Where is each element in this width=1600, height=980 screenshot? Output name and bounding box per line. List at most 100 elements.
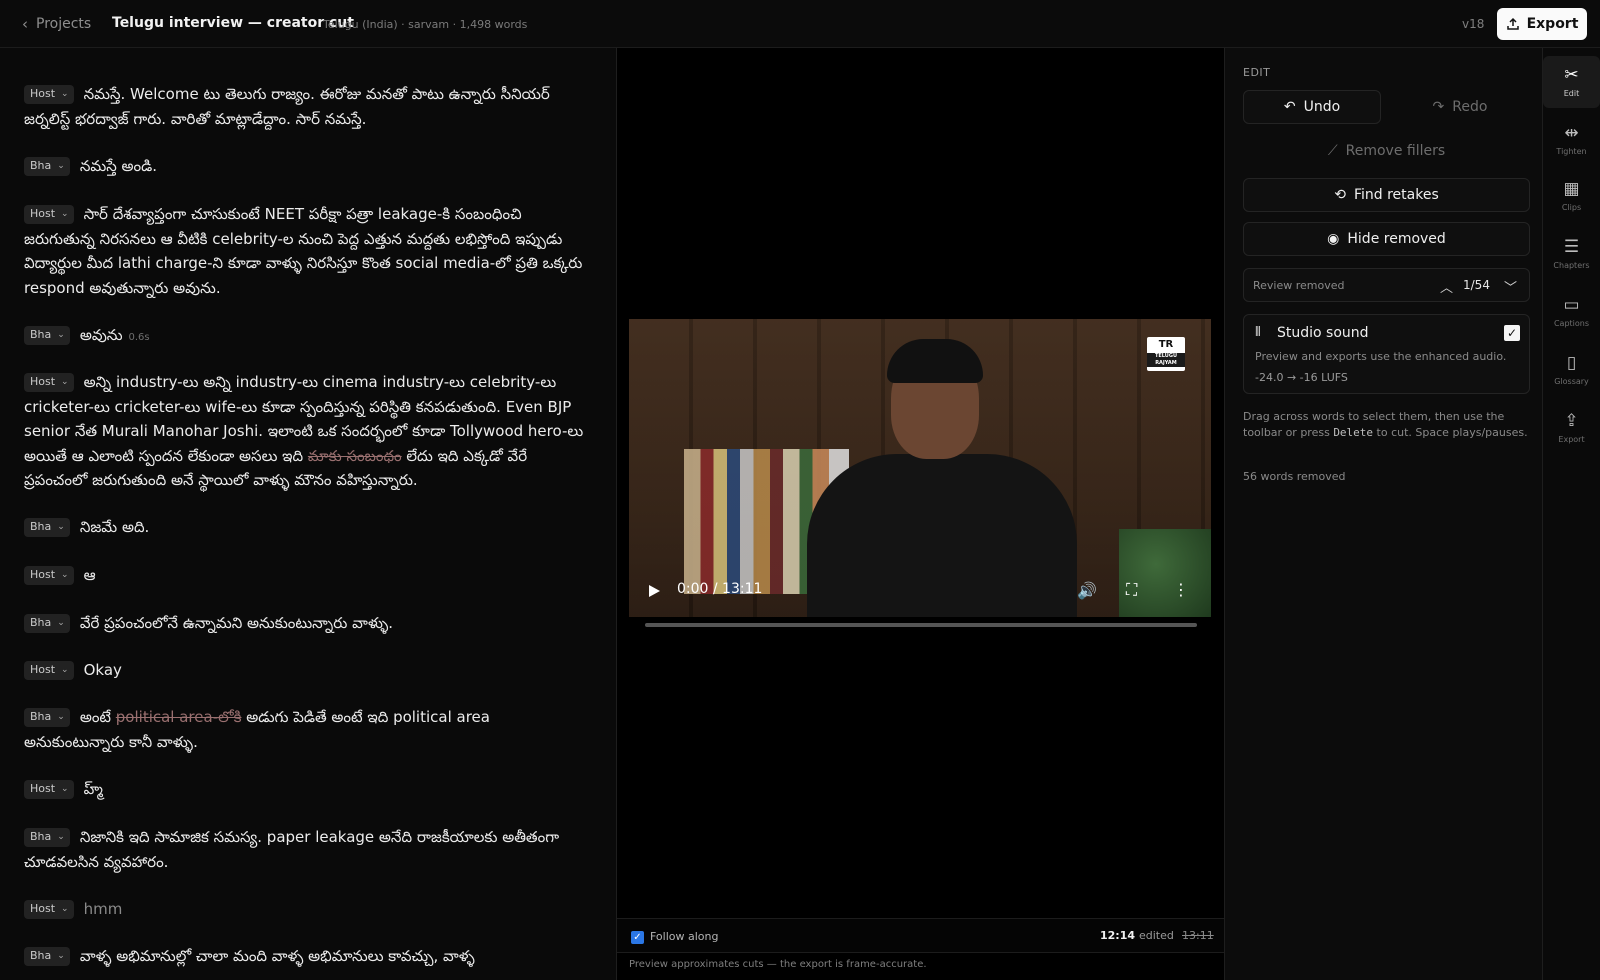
transcript-text[interactable]: సార్ దేశవ్యాప్తంగా చూసుకుంటే NEET పరీక్ష… — [24, 205, 582, 297]
removed-words[interactable]: political area-లోకి — [116, 708, 242, 726]
back-to-projects-link[interactable]: ‹ Projects — [22, 15, 91, 33]
speaker-label: Host — [30, 902, 56, 915]
speaker-select[interactable]: Bha ⌄ — [24, 613, 70, 633]
find-retakes-label: Find retakes — [1353, 187, 1439, 203]
transcript-paragraph[interactable]: Bha ⌄ అవును 0.6s — [24, 323, 594, 351]
undo-button[interactable]: ↶ Undo — [1243, 90, 1381, 124]
redo-button[interactable]: ↷ Redo — [1391, 90, 1529, 124]
redo-label: Redo — [1452, 99, 1488, 115]
follow-along-bar: ✓ Follow along 12:14 edited 13:11 — [617, 918, 1224, 953]
transcript-text[interactable]: హ్మ్ — [84, 780, 103, 798]
eye-icon: ◉ — [1327, 231, 1340, 247]
speaker-select[interactable]: Bha ⌄ — [24, 827, 70, 847]
transcript-text[interactable]: నిజమే అది. — [80, 518, 150, 536]
chevron-down-icon: ⌄ — [61, 784, 69, 794]
speaker-select[interactable]: Bha ⌄ — [24, 156, 70, 176]
chevron-up-icon[interactable]: ︿ — [1440, 277, 1453, 296]
play-icon[interactable] — [649, 585, 660, 597]
video-progress-bar[interactable] — [645, 623, 1197, 627]
transcript-paragraph[interactable]: Bha ⌄ అంటే political area-లోకి అడుగు పెడిత… — [24, 705, 594, 754]
transcript-text[interactable]: వాళ్ళ అభిమానుల్లో చాలా మంది వాళ్ళ అభిమాన… — [80, 947, 475, 965]
transcript-paragraph[interactable]: Bha ⌄ నిజమే అది. — [24, 515, 594, 540]
rail-item-glossary[interactable]: ▯ Glossary — [1543, 344, 1600, 396]
upload-icon — [1506, 17, 1519, 30]
volume-icon[interactable]: 🔊 — [1077, 581, 1097, 600]
top-bar: ‹ Projects Telugu interview — creator cu… — [0, 0, 1600, 48]
transcript-text[interactable]: hmm — [84, 900, 123, 918]
transcript-text[interactable]: నమస్తే. Welcome టు తెలుగు రాజ్యం. ఈరోజు … — [24, 85, 550, 128]
transcript-paragraph[interactable]: Host ⌄ Okay — [24, 658, 594, 683]
transcript-text[interactable]: ఆ — [84, 566, 96, 584]
rail-label: Clips — [1561, 202, 1582, 212]
speaker-label: Host — [30, 663, 56, 676]
pause-gap-label[interactable]: 0.6s — [129, 332, 150, 343]
transcript-paragraph[interactable]: Bha ⌄ వేరే ప్రపంచంలోనే ఉన్నామని అనుకుంటున్… — [24, 611, 594, 636]
transcript-paragraph[interactable]: Host ⌄ ఆ — [24, 563, 594, 588]
speaker-select[interactable]: Host ⌄ — [24, 372, 74, 392]
speaker-select[interactable]: Host ⌄ — [24, 565, 74, 585]
transcript-text[interactable]: Okay — [84, 661, 122, 679]
rail-item-clips[interactable]: ▦ Clips — [1543, 170, 1600, 222]
transcript-panel[interactable]: Host ⌄ నమస్తే. Welcome టు తెలుగు రాజ్యం. ఈ… — [0, 48, 617, 980]
transcript-paragraph[interactable]: Host ⌄ నమస్తే. Welcome టు తెలుగు రాజ్యం. ఈ… — [24, 82, 594, 131]
export-button[interactable]: Export — [1497, 8, 1587, 40]
follow-along-checkbox[interactable]: ✓ — [631, 931, 644, 944]
speaker-label: Bha — [30, 159, 52, 172]
transcript-paragraph[interactable]: Host ⌄ సార్ దేశవ్యాప్తంగా చూసుకుంటే NEET ప… — [24, 202, 594, 300]
transcript-paragraph[interactable]: Bha ⌄ నమస్తే అండి. — [24, 154, 594, 179]
export-label: Export — [1526, 16, 1579, 32]
speaker-select[interactable]: Bha ⌄ — [24, 946, 70, 966]
hide-removed-button[interactable]: ◉ Hide removed — [1243, 222, 1530, 256]
chevron-down-icon: ⌄ — [57, 330, 65, 340]
book-icon: ▯ — [1566, 352, 1577, 373]
transcript-paragraph[interactable]: Bha ⌄ వాళ్ళ అభిమానుల్లో చాలా మంది వాళ్ళ అభ… — [24, 944, 594, 969]
chevron-down-icon: ⌄ — [61, 904, 69, 914]
removed-words[interactable]: మాకు సంబంధం — [308, 447, 402, 465]
captions-icon: ▭ — [1563, 294, 1580, 315]
waveform-icon: ⦀ — [1255, 325, 1261, 340]
transcript-paragraph[interactable]: Host ⌄ hmm — [24, 897, 594, 922]
speaker-select[interactable]: Host ⌄ — [24, 899, 74, 919]
speaker-label: Bha — [30, 520, 52, 533]
speaker-label: Host — [30, 782, 56, 795]
rail-item-tighten[interactable]: ⇹ Tighten — [1543, 114, 1600, 166]
speaker-select[interactable]: Bha ⌄ — [24, 325, 70, 345]
speaker-select[interactable]: Host ⌄ — [24, 204, 74, 224]
transcript-paragraph[interactable]: Host ⌄ హ్మ్ — [24, 777, 594, 802]
video-pane: TR TELUGU RAJYAM 0:00 / 13:11 🔊 ⛶ ⋮ ✓ Fol… — [617, 48, 1224, 980]
speaker-select[interactable]: Host ⌄ — [24, 84, 74, 104]
fullscreen-icon[interactable]: ⛶ — [1126, 580, 1137, 600]
chevron-down-icon: ⌄ — [61, 377, 69, 387]
more-options-icon[interactable]: ⋮ — [1173, 580, 1189, 599]
transcript-text[interactable]: అంటే — [80, 708, 116, 726]
speaker-select[interactable]: Bha ⌄ — [24, 517, 70, 537]
rail-item-edit[interactable]: ✂ Edit — [1543, 56, 1600, 108]
version-badge[interactable]: v18 — [1462, 17, 1484, 31]
chevron-down-icon: ⌄ — [61, 570, 69, 580]
channel-logo-subtext: TELUGU RAJYAM — [1147, 353, 1185, 367]
speaker-label: Bha — [30, 710, 52, 723]
channel-logo-text: TR — [1158, 339, 1174, 350]
speaker-select[interactable]: Host ⌄ — [24, 779, 74, 799]
rail-item-chapters[interactable]: ☰ Chapters — [1543, 228, 1600, 280]
chevron-down-icon[interactable]: ﹀ — [1504, 277, 1517, 296]
speaker-select[interactable]: Host ⌄ — [24, 660, 74, 680]
transcript-text[interactable]: వేరే ప్రపంచంలోనే ఉన్నామని అనుకుంటున్నారు… — [80, 614, 393, 632]
studio-sound-checkbox[interactable]: ✓ — [1504, 325, 1520, 341]
studio-sound-card: ⦀ Studio sound ✓ Preview and exports use… — [1243, 314, 1530, 394]
transcript-text[interactable]: అవును — [80, 326, 123, 344]
transcript-paragraph[interactable]: Host ⌄ అన్ని industry-లు అన్ని industry-లు… — [24, 370, 594, 493]
transcript-text[interactable]: నమస్తే అండి. — [80, 157, 157, 175]
remove-fillers-button[interactable]: ⟋ Remove fillers — [1243, 134, 1530, 168]
review-removed-nav: Review removed ︿ 1/54 ﹀ — [1243, 268, 1530, 302]
tighten-icon: ⇹ — [1564, 122, 1579, 143]
scissors-icon: ✂ — [1564, 64, 1579, 85]
help-key: Delete — [1333, 425, 1374, 439]
speaker-select[interactable]: Bha ⌄ — [24, 707, 70, 727]
transcript-paragraph[interactable]: Bha ⌄ నిజానికి ఇది సామాజిక సమస్య. paper le… — [24, 825, 594, 874]
rail-item-export[interactable]: ⇪ Export — [1543, 402, 1600, 454]
transcript-text[interactable]: నిజానికి ఇది సామాజిక సమస్య. paper leakag… — [24, 828, 559, 871]
find-retakes-button[interactable]: ⟲ Find retakes — [1243, 178, 1530, 212]
hide-removed-label: Hide removed — [1347, 231, 1446, 247]
rail-item-captions[interactable]: ▭ Captions — [1543, 286, 1600, 338]
